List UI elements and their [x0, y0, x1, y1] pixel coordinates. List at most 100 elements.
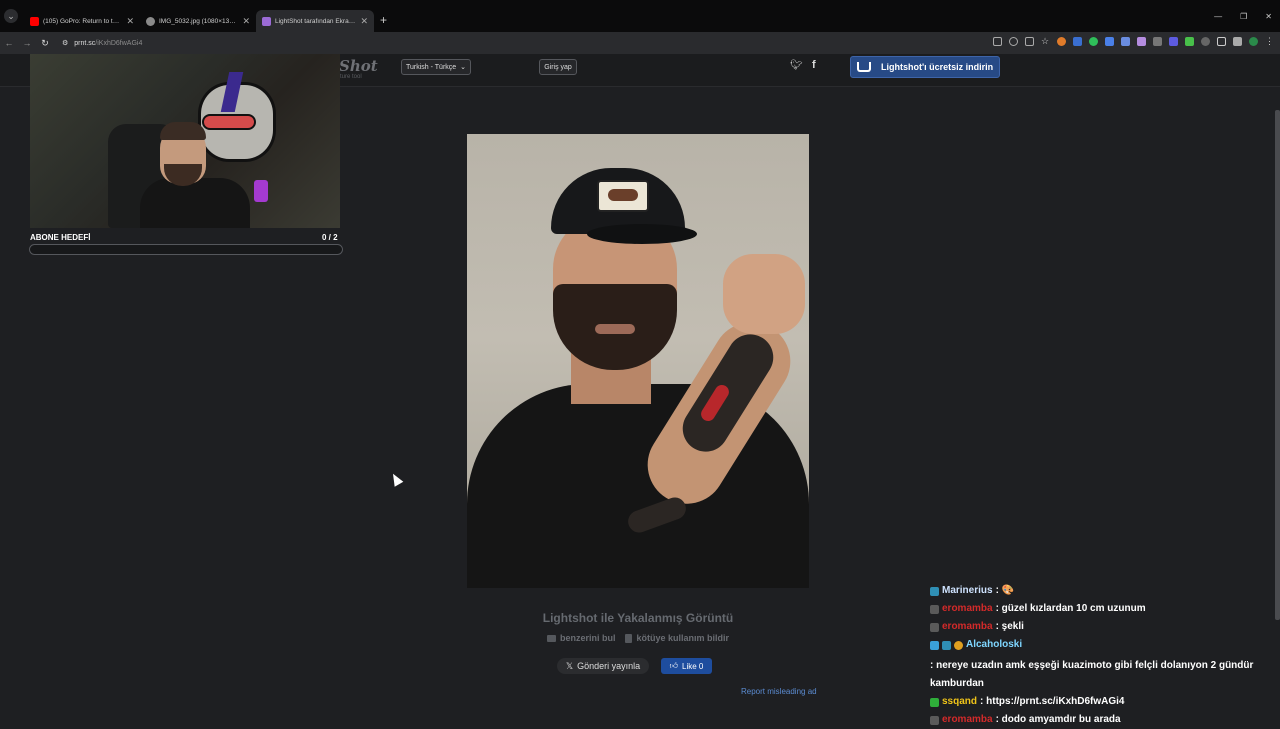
address-bar[interactable]: ⚙ prnt.sc/iKxhD6fwAGi4: [62, 39, 143, 48]
chat-badge-icon: [930, 622, 939, 632]
chat-badge-icon: [930, 604, 939, 614]
extension-shield-icon[interactable]: [1121, 37, 1130, 46]
chat-badge-icon: [930, 697, 939, 707]
extensions-puzzle-icon[interactable]: [1217, 37, 1226, 46]
chat-badge-icon: [954, 640, 963, 650]
tab-title: (105) GoPro: Return to the Dit…: [43, 17, 122, 25]
stream-webcam-overlay: [30, 54, 340, 228]
extension-c-icon[interactable]: [1057, 37, 1066, 46]
page-scrollbar[interactable]: [1275, 110, 1280, 620]
find-similar-link[interactable]: benzerini bul: [546, 633, 615, 643]
download-lightshot-button[interactable]: Lightshot'ı ücretsiz indirin: [850, 56, 1000, 78]
cast-icon[interactable]: [993, 37, 1002, 46]
reload-icon[interactable]: ↻: [36, 38, 54, 49]
url-host: prnt.sc: [74, 39, 96, 47]
browser-toolbar: ← → ↻ ⚙ prnt.sc/iKxhD6fwAGi4 ☆ ⋮: [0, 32, 1280, 54]
chat-text: : güzel kızlardan 10 cm uzunum: [995, 603, 1146, 614]
camera-icon: [546, 634, 556, 642]
chat-badge-icon: [930, 586, 939, 596]
language-select[interactable]: Turkish - Türkçe ⌄: [401, 59, 471, 75]
forward-icon[interactable]: →: [18, 38, 36, 48]
browser-tab-strip: ⌄ (105) GoPro: Return to the Dit… ✕ IMG_…: [0, 0, 1280, 32]
photo-cap-brim: [587, 224, 697, 244]
url-path: /iKxhD6fwAGi4: [95, 39, 143, 47]
chat-badge-icon: [942, 640, 951, 650]
close-icon[interactable]: ✕: [360, 16, 368, 27]
download-tray-icon: [857, 62, 871, 72]
extension-line-icon[interactable]: [1169, 37, 1178, 46]
eye-off-icon[interactable]: [1025, 37, 1034, 46]
chat-user: eromamba: [942, 621, 993, 632]
extension-box-icon[interactable]: [1233, 37, 1242, 46]
window-close-icon[interactable]: ✕: [1265, 12, 1272, 21]
tab-search-button[interactable]: ⌄: [4, 9, 18, 23]
extension-dash-icon[interactable]: [1153, 37, 1162, 46]
mouse-cursor: [388, 471, 404, 487]
profile-avatar[interactable]: [1249, 37, 1258, 46]
extension-pen-icon[interactable]: [1137, 37, 1146, 46]
extension-battery-icon[interactable]: [1185, 37, 1194, 46]
chat-text: : şekli: [995, 621, 1024, 632]
chat-message: Alcaholoski : nereye uzadın amk eşşeği k…: [930, 636, 1260, 693]
sub-goal-progress-bar: [29, 244, 343, 255]
lightshot-page: Shot ture tool Turkish - Türkçe ⌄ Giriş …: [0, 54, 1280, 725]
globe-icon: [146, 16, 155, 26]
tab-title: LightShot tarafından Ekran Gö…: [275, 17, 356, 25]
chat-message: eromamba : dodo amyamdır bu arada: [930, 711, 1260, 729]
chat-text: : dodo amyamdır bu arada: [995, 714, 1121, 725]
chevron-down-icon: ⌄: [460, 64, 466, 71]
tab-image[interactable]: IMG_5032.jpg (1080×1350) ✕: [140, 10, 256, 32]
extension-speaker-icon[interactable]: [1073, 37, 1082, 46]
login-button[interactable]: Giriş yap: [539, 59, 577, 75]
extension-whatsapp-icon[interactable]: [1089, 37, 1098, 46]
thumbs-up-icon: 👍︎: [669, 661, 678, 670]
menu-icon[interactable]: ⋮: [1265, 37, 1274, 46]
chat-badge-icon: [930, 715, 939, 725]
streamer-hair: [160, 122, 206, 140]
twitter-icon[interactable]: 🐦︎: [790, 60, 803, 71]
site-info-icon[interactable]: ⚙: [62, 39, 68, 47]
new-tab-button[interactable]: +: [380, 13, 387, 27]
report-abuse-link[interactable]: kötüye kullanım bildir: [625, 633, 729, 643]
screenshot-image[interactable]: [467, 134, 809, 588]
chat-message: Marinerius : 🎨: [930, 582, 1260, 600]
back-icon[interactable]: ←: [0, 38, 18, 48]
extension-translate-icon[interactable]: [1105, 37, 1114, 46]
photo-mouth: [595, 324, 635, 334]
chat-user: Alcaholoski: [966, 639, 1023, 650]
chat-message: ssqand : https://prnt.sc/iKxhD6fwAGi4: [930, 693, 1260, 711]
x-logo-icon: 𝕏: [565, 660, 574, 671]
photo-cap-bear: [608, 189, 638, 201]
restore-icon[interactable]: ❐: [1240, 12, 1247, 21]
bookmark-star-icon[interactable]: ☆: [1041, 37, 1050, 46]
sub-goal-label: ABONE HEDEFİ: [30, 233, 91, 242]
window-controls: — ❐ ✕: [1214, 12, 1272, 21]
facebook-like-button[interactable]: 👍︎ Like 0: [661, 658, 712, 674]
photo-fist: [723, 254, 805, 334]
doodle-goggles: [202, 114, 256, 130]
chat-message: eromamba : şekli: [930, 618, 1260, 636]
chat-badge-icon: [930, 640, 939, 650]
tab-title: IMG_5032.jpg (1080×1350): [159, 17, 239, 25]
facebook-icon[interactable]: f: [812, 59, 816, 71]
x-share-button[interactable]: 𝕏 Gönderi yayınla: [557, 658, 649, 674]
close-icon[interactable]: ✕: [126, 16, 134, 27]
extension-circle-icon[interactable]: [1201, 37, 1210, 46]
chat-user: eromamba: [942, 603, 993, 614]
report-ad-link[interactable]: Report misleading ad: [741, 687, 817, 696]
chat-user: eromamba: [942, 714, 993, 725]
minimize-icon[interactable]: —: [1214, 12, 1222, 21]
zoom-icon[interactable]: [1009, 37, 1018, 46]
download-label: Lightshot'ı ücretsiz indirin: [881, 62, 994, 72]
tab-youtube[interactable]: (105) GoPro: Return to the Dit… ✕: [24, 10, 140, 32]
lightshot-feather-icon: [262, 16, 271, 26]
chat-user: ssqand: [942, 696, 978, 707]
lightshot-logo[interactable]: Shot: [339, 57, 378, 75]
chat-message: eromamba : güzel kızlardan 10 cm uzunum: [930, 600, 1260, 618]
chat-text: : nereye uzadın amk eşşeği kuazimoto gib…: [930, 660, 1254, 689]
tab-lightshot[interactable]: LightShot tarafından Ekran Gö… ✕: [256, 10, 374, 32]
close-icon[interactable]: ✕: [242, 16, 250, 27]
streamer-body: [140, 178, 250, 228]
language-select-value: Turkish - Türkçe: [406, 63, 457, 71]
x-share-label: Gönderi yayınla: [577, 661, 641, 671]
